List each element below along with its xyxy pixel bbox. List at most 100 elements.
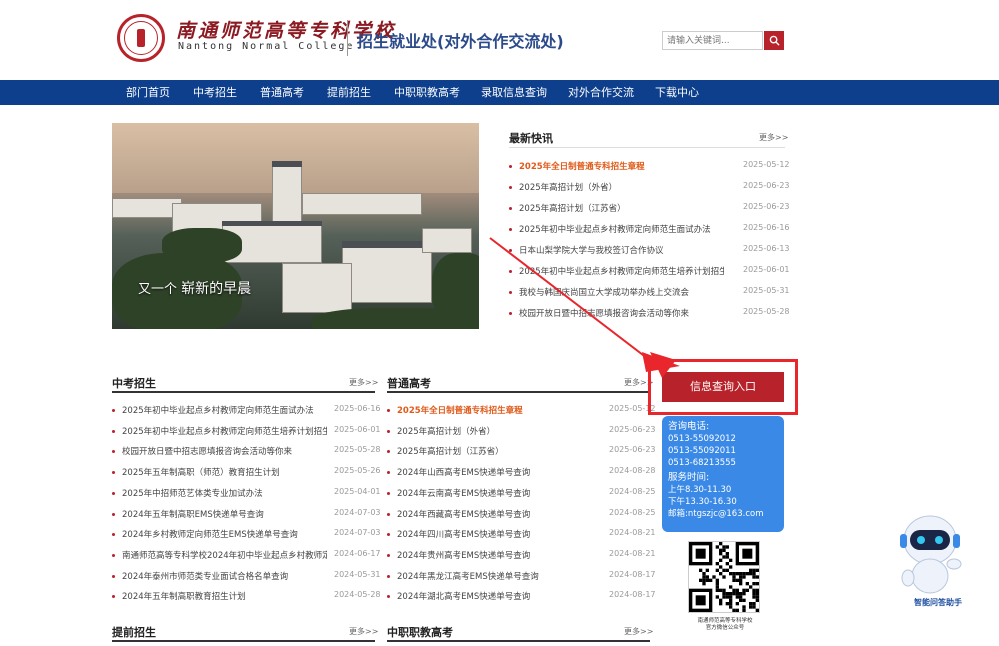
news-item-title[interactable]: 2025年全日制普通专科招生章程 bbox=[397, 404, 602, 416]
news-item[interactable]: 2025年五年制高职（师范）教育招生计划 2025-05-26 bbox=[112, 466, 381, 480]
news-item[interactable]: 2025年高招计划（外省） 2025-06-23 bbox=[509, 181, 790, 195]
nav-admission-query[interactable]: 录取信息查询 bbox=[481, 80, 547, 105]
news-item-date: 2024-08-21 bbox=[609, 528, 656, 538]
campus-banner-image[interactable]: 又一个 崭新的早晨 bbox=[112, 123, 479, 329]
news-item-title[interactable]: 校园开放日暨中招志愿填报咨询会活动等你来 bbox=[519, 307, 724, 319]
bullet-icon bbox=[509, 186, 512, 189]
news-item[interactable]: 2024年泰州市师范类专业面试合格名单查询 2024-05-31 bbox=[112, 570, 381, 584]
bullet-icon bbox=[387, 471, 390, 475]
news-item-title[interactable]: 校园开放日暨中招志愿填报咨询会活动等你来 bbox=[122, 445, 327, 457]
assistant-label[interactable]: 智能问答助手 bbox=[914, 597, 962, 608]
zhongkao-news-list: 2025年初中毕业起点乡村教师定向师范生面试办法 2025-06-16 2025年初… bbox=[112, 404, 381, 604]
search-input[interactable] bbox=[662, 31, 763, 50]
news-item-date: 2024-06-17 bbox=[334, 548, 381, 558]
news-item-title[interactable]: 2024年乡村教师定向师范生EMS快递单号查询 bbox=[122, 528, 327, 540]
nav-downloads[interactable]: 下载中心 bbox=[655, 80, 699, 105]
news-item-date: 2025-06-01 bbox=[334, 424, 381, 434]
news-item-date: 2025-05-12 bbox=[743, 160, 790, 169]
news-item[interactable]: 2025年高招计划（江苏省） 2025-06-23 bbox=[387, 445, 656, 459]
nav-tiqian[interactable]: 提前招生 bbox=[327, 80, 371, 105]
news-item-title[interactable]: 2025年全日制普通专科招生章程 bbox=[519, 160, 724, 172]
news-item[interactable]: 2025年全日制普通专科招生章程 2025-05-12 bbox=[387, 404, 656, 418]
zhongzhi-more-link[interactable]: 更多>> bbox=[624, 626, 653, 637]
news-item-title[interactable]: 2024年湖北高考EMS快递单号查询 bbox=[397, 590, 602, 602]
news-item[interactable]: 2024年湖北高考EMS快递单号查询 2024-08-17 bbox=[387, 590, 656, 604]
news-item[interactable]: 2025年高招计划（外省） 2025-06-23 bbox=[387, 425, 656, 439]
bullet-icon bbox=[112, 553, 115, 557]
nav-zhongkao[interactable]: 中考招生 bbox=[193, 80, 237, 105]
contact-card: 咨询电话: 0513-55092012 0513-55092011 0513-6… bbox=[662, 416, 784, 532]
bullet-icon bbox=[112, 533, 115, 537]
news-item-title[interactable]: 2025年高招计划（外省） bbox=[519, 181, 724, 193]
news-item-title[interactable]: 2025年中招师范艺体类专业加试办法 bbox=[122, 487, 327, 499]
news-item-title[interactable]: 2025年初中毕业起点乡村教师定向师范生面试办法 bbox=[519, 223, 724, 235]
bullet-icon bbox=[387, 553, 390, 557]
zhongzhi-divider bbox=[387, 640, 650, 642]
news-item[interactable]: 2024年山西高考EMS快递单号查询 2024-08-28 bbox=[387, 466, 656, 480]
news-item[interactable]: 2025年初中毕业起点乡村教师定向师范生培养计划招生... 2025-06-01 bbox=[112, 425, 381, 439]
news-item-title[interactable]: 2024年五年制高职EMS快递单号查询 bbox=[122, 508, 327, 520]
news-item-title[interactable]: 日本山梨学院大学与我校签订合作协议 bbox=[519, 244, 724, 256]
news-item[interactable]: 2024年云南高考EMS快递单号查询 2024-08-25 bbox=[387, 487, 656, 501]
nav-zhongzhi[interactable]: 中职职教高考 bbox=[394, 80, 460, 105]
hours-pm: 下午13.30-16.30 bbox=[668, 497, 737, 507]
news-item-title[interactable]: 2025年初中毕业起点乡村教师定向师范生培养计划招生... bbox=[122, 425, 327, 437]
news-item-title[interactable]: 2024年西藏高考EMS快递单号查询 bbox=[397, 508, 602, 520]
news-item[interactable]: 日本山梨学院大学与我校签订合作协议 2025-06-13 bbox=[509, 244, 790, 258]
news-item[interactable]: 2024年乡村教师定向师范生EMS快递单号查询 2024-07-03 bbox=[112, 528, 381, 542]
ai-assistant-robot[interactable] bbox=[890, 508, 970, 598]
nav-home[interactable]: 部门首页 bbox=[126, 80, 170, 105]
search-button[interactable] bbox=[764, 31, 784, 50]
news-item-title[interactable]: 2025年高招计划（江苏省） bbox=[397, 445, 602, 457]
qr-caption-2: 官方微信公众号 bbox=[705, 625, 745, 631]
department-title: 招生就业处(对外合作交流处) bbox=[357, 32, 564, 51]
bullet-icon bbox=[387, 409, 390, 412]
info-query-entry-button[interactable]: 信息查询入口 bbox=[662, 372, 784, 402]
news-item[interactable]: 2025年初中毕业起点乡村教师定向师范生面试办法 2025-06-16 bbox=[112, 404, 381, 418]
bullet-icon bbox=[387, 595, 390, 599]
tiqian-more-link[interactable]: 更多>> bbox=[349, 626, 378, 637]
news-item-date: 2025-06-23 bbox=[743, 202, 790, 211]
news-item-title[interactable]: 2024年山西高考EMS快递单号查询 bbox=[397, 466, 602, 478]
news-item[interactable]: 2025年初中毕业起点乡村教师定向师范生培养计划招生简章 2025-06-01 bbox=[509, 265, 790, 279]
bullet-icon bbox=[112, 450, 115, 454]
news-item-title[interactable]: 2024年云南高考EMS快递单号查询 bbox=[397, 487, 602, 499]
bullet-icon bbox=[387, 533, 390, 537]
news-item[interactable]: 2024年黑龙江高考EMS快递单号查询 2024-08-17 bbox=[387, 570, 656, 584]
news-item[interactable]: 2024年五年制高职教育招生计划 2024-05-28 bbox=[112, 590, 381, 604]
nav-gaokao[interactable]: 普通高考 bbox=[260, 80, 304, 105]
news-item-title[interactable]: 2024年贵州高考EMS快递单号查询 bbox=[397, 549, 602, 561]
news-item-date: 2025-06-23 bbox=[743, 181, 790, 190]
news-item[interactable]: 2024年西藏高考EMS快递单号查询 2024-08-25 bbox=[387, 508, 656, 522]
news-item[interactable]: 2025年初中毕业起点乡村教师定向师范生面试办法 2025-06-16 bbox=[509, 223, 790, 237]
nav-cooperation[interactable]: 对外合作交流 bbox=[568, 80, 634, 105]
news-item[interactable]: 2024年五年制高职EMS快递单号查询 2024-07-03 bbox=[112, 508, 381, 522]
news-item[interactable]: 南通师范高等专科学校2024年初中毕业起点乡村教师定... 2024-06-17 bbox=[112, 549, 381, 563]
news-item[interactable]: 2024年贵州高考EMS快递单号查询 2024-08-21 bbox=[387, 549, 656, 563]
news-item-title[interactable]: 2024年泰州市师范类专业面试合格名单查询 bbox=[122, 570, 327, 582]
news-item-date: 2024-05-28 bbox=[334, 590, 381, 600]
news-item[interactable]: 2024年四川高考EMS快递单号查询 2024-08-21 bbox=[387, 528, 656, 542]
news-item-title[interactable]: 2025年高招计划（外省） bbox=[397, 425, 602, 437]
hours-title: 服务时间: bbox=[668, 472, 710, 483]
news-item-title[interactable]: 2025年五年制高职（师范）教育招生计划 bbox=[122, 466, 327, 478]
news-item-title[interactable]: 2024年黑龙江高考EMS快递单号查询 bbox=[397, 570, 602, 582]
news-item-title[interactable]: 2024年五年制高职教育招生计划 bbox=[122, 590, 327, 602]
bullet-icon bbox=[112, 512, 115, 516]
news-item-title[interactable]: 2025年高招计划（江苏省） bbox=[519, 202, 724, 214]
school-logo[interactable] bbox=[117, 14, 165, 62]
news-item[interactable]: 校园开放日暨中招志愿填报咨询会活动等你来 2025-05-28 bbox=[112, 445, 381, 459]
news-item[interactable]: 2025年中招师范艺体类专业加试办法 2025-04-01 bbox=[112, 487, 381, 501]
zhongkao-more-link[interactable]: 更多>> bbox=[349, 377, 378, 388]
news-item-title[interactable]: 2025年初中毕业起点乡村教师定向师范生培养计划招生简章 bbox=[519, 265, 724, 277]
news-item-title[interactable]: 2025年初中毕业起点乡村教师定向师范生面试办法 bbox=[122, 404, 327, 416]
news-item-title[interactable]: 南通师范高等专科学校2024年初中毕业起点乡村教师定... bbox=[122, 549, 327, 561]
news-item[interactable]: 校园开放日暨中招志愿填报咨询会活动等你来 2025-05-28 bbox=[509, 307, 790, 321]
news-item[interactable]: 2025年高招计划（江苏省） 2025-06-23 bbox=[509, 202, 790, 216]
news-item-title[interactable]: 我校与韩国庆尚国立大学成功举办线上交流会 bbox=[519, 286, 724, 298]
news-item-title[interactable]: 2024年四川高考EMS快递单号查询 bbox=[397, 528, 602, 540]
latest-more-link[interactable]: 更多>> bbox=[759, 132, 788, 143]
news-item[interactable]: 2025年全日制普通专科招生章程 2025-05-12 bbox=[509, 160, 790, 174]
news-item[interactable]: 我校与韩国庆尚国立大学成功举办线上交流会 2025-05-31 bbox=[509, 286, 790, 300]
bullet-icon bbox=[112, 574, 115, 578]
